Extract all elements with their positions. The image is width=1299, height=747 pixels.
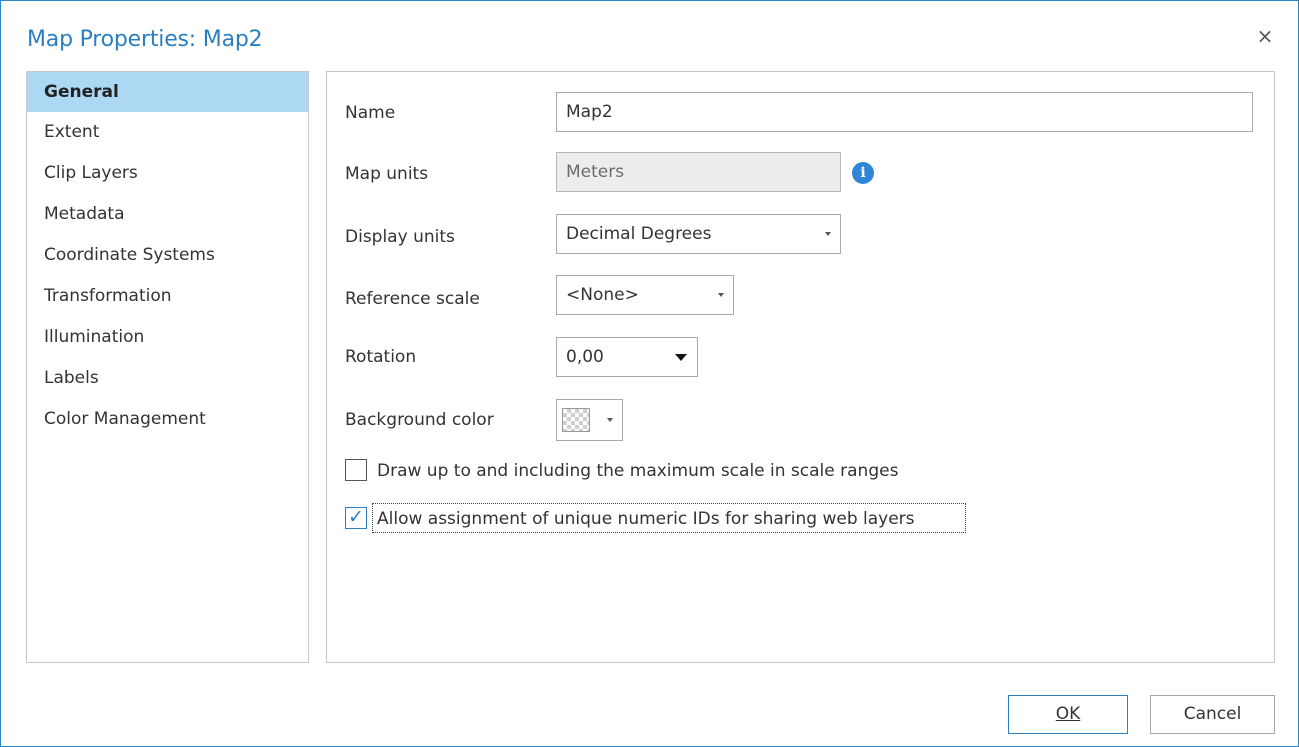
sidebar-item-extent[interactable]: Extent bbox=[27, 112, 308, 153]
sidebar-item-illumination[interactable]: Illumination bbox=[27, 317, 308, 358]
rotation-combo[interactable]: 0,00 bbox=[556, 337, 698, 377]
draw-max-scale-checkbox[interactable] bbox=[345, 459, 367, 481]
checkmark-icon: ✓ bbox=[348, 506, 364, 528]
sidebar-item-metadata[interactable]: Metadata bbox=[27, 194, 308, 235]
chevron-down-icon bbox=[825, 232, 831, 236]
unique-ids-checkbox[interactable]: ✓ bbox=[345, 506, 367, 529]
reference-scale-dropdown[interactable]: <None> bbox=[556, 275, 734, 315]
rotation-value: 0,00 bbox=[566, 347, 604, 367]
map-units-field: Meters bbox=[556, 152, 841, 192]
chevron-down-icon bbox=[675, 354, 687, 361]
map-units-label: Map units bbox=[345, 164, 429, 184]
ok-button[interactable]: OK bbox=[1008, 695, 1128, 734]
background-color-label: Background color bbox=[345, 410, 494, 430]
sidebar-item-transformation[interactable]: Transformation bbox=[27, 276, 308, 317]
close-icon[interactable]: × bbox=[1252, 23, 1278, 49]
reference-scale-label: Reference scale bbox=[345, 289, 480, 309]
ok-button-label: OK bbox=[1055, 704, 1081, 724]
sidebar-item-clip-layers[interactable]: Clip Layers bbox=[27, 153, 308, 194]
map-properties-dialog: Map Properties: Map2 × General Extent Cl… bbox=[0, 0, 1299, 747]
display-units-dropdown[interactable]: Decimal Degrees bbox=[556, 214, 841, 254]
chevron-down-icon bbox=[718, 293, 724, 297]
sidebar-item-labels[interactable]: Labels bbox=[27, 358, 308, 399]
display-units-label: Display units bbox=[345, 227, 455, 247]
sidebar-item-general[interactable]: General bbox=[27, 72, 308, 112]
name-label: Name bbox=[345, 103, 396, 123]
chevron-down-icon bbox=[607, 418, 613, 422]
cancel-button[interactable]: Cancel bbox=[1150, 695, 1275, 734]
sidebar-item-coordinate-systems[interactable]: Coordinate Systems bbox=[27, 235, 308, 276]
display-units-value: Decimal Degrees bbox=[566, 224, 712, 244]
transparent-swatch-icon bbox=[562, 408, 590, 432]
background-color-picker[interactable] bbox=[556, 399, 623, 441]
reference-scale-value: <None> bbox=[566, 285, 639, 305]
sidebar: General Extent Clip Layers Metadata Coor… bbox=[26, 71, 309, 663]
dialog-title: Map Properties: Map2 bbox=[27, 27, 263, 52]
info-icon[interactable]: i bbox=[852, 162, 874, 184]
draw-max-scale-label[interactable]: Draw up to and including the maximum sca… bbox=[377, 461, 898, 481]
rotation-label: Rotation bbox=[345, 347, 417, 367]
name-input[interactable]: Map2 bbox=[556, 92, 1253, 132]
unique-ids-label[interactable]: Allow assignment of unique numeric IDs f… bbox=[377, 509, 915, 529]
sidebar-item-color-management[interactable]: Color Management bbox=[27, 399, 308, 440]
